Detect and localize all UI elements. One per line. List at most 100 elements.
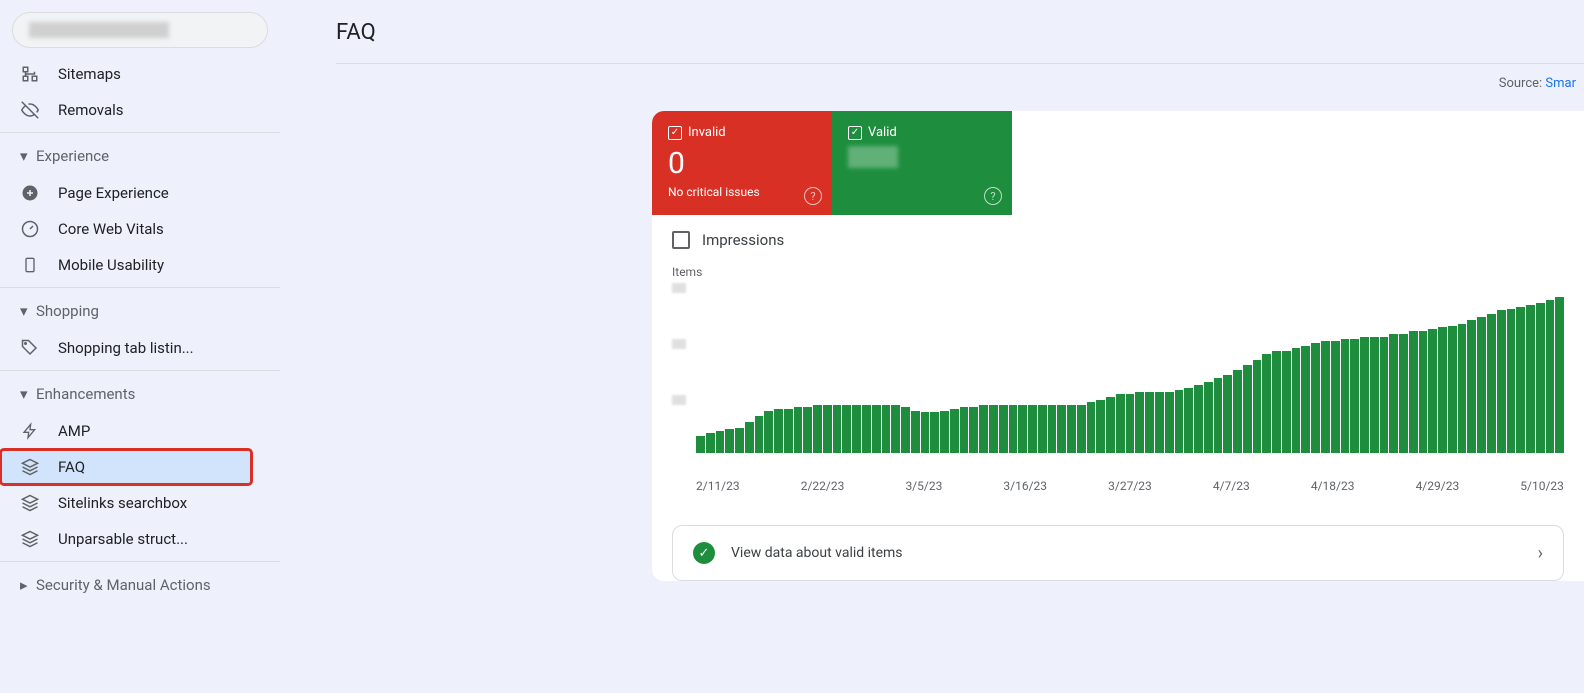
property-selector[interactable]	[12, 12, 268, 48]
help-icon[interactable]: ?	[984, 187, 1002, 205]
mobile-icon	[20, 255, 40, 275]
section-experience[interactable]: ▾ Experience	[0, 137, 280, 175]
section-label: Experience	[36, 147, 109, 165]
bar	[1350, 339, 1359, 453]
section-label: Shopping	[36, 302, 99, 320]
bolt-icon	[20, 421, 40, 441]
bar	[999, 405, 1008, 453]
eye-off-icon	[20, 100, 40, 120]
sidebar-item-sitemaps[interactable]: Sitemaps	[0, 56, 280, 92]
sidebar-item-shopping-tab[interactable]: Shopping tab listin...	[0, 330, 280, 366]
status-tabs: ✓ Invalid 0 No critical issues ? ✓ Valid…	[652, 111, 1584, 215]
section-shopping[interactable]: ▾ Shopping	[0, 292, 280, 330]
bar	[1204, 382, 1213, 453]
bar	[1311, 343, 1320, 454]
sidebar-item-label: Removals	[58, 101, 124, 119]
x-tick-label: 2/11/23	[696, 479, 740, 493]
divider	[0, 287, 280, 288]
action-text: View data about valid items	[731, 545, 1522, 561]
bar	[1438, 327, 1447, 453]
sidebar-item-mobile-usability[interactable]: Mobile Usability	[0, 247, 280, 283]
sidebar-item-core-web-vitals[interactable]: Core Web Vitals	[0, 211, 280, 247]
bar	[1243, 365, 1252, 453]
bar	[862, 405, 871, 453]
bar	[1223, 375, 1232, 453]
bar	[813, 405, 822, 453]
bar	[1331, 341, 1340, 453]
bar	[1165, 392, 1174, 453]
plus-circle-icon	[20, 183, 40, 203]
bar	[1555, 297, 1564, 453]
x-tick-label: 3/16/23	[1003, 479, 1047, 493]
sidebar-item-label: Mobile Usability	[58, 256, 164, 274]
bar	[1516, 307, 1525, 453]
bar	[1009, 405, 1018, 453]
bar	[1448, 326, 1457, 454]
bar	[794, 407, 803, 453]
bar	[784, 409, 793, 453]
chevron-down-icon: ▾	[20, 147, 32, 165]
section-enhancements[interactable]: ▾ Enhancements	[0, 375, 280, 413]
view-valid-items-button[interactable]: ✓ View data about valid items ›	[672, 525, 1564, 581]
section-security[interactable]: ▸ Security & Manual Actions	[0, 566, 280, 604]
sidebar-item-label: Shopping tab listin...	[58, 339, 194, 357]
bar	[1184, 388, 1193, 453]
status-tab-invalid[interactable]: ✓ Invalid 0 No critical issues ?	[652, 111, 832, 215]
section-label: Enhancements	[36, 385, 135, 403]
bar	[1135, 392, 1144, 453]
bar	[1253, 360, 1262, 454]
sidebar-item-label: Sitelinks searchbox	[58, 494, 187, 512]
bar	[891, 405, 900, 453]
bar	[901, 407, 910, 453]
help-icon[interactable]: ?	[804, 187, 822, 205]
status-value-redacted	[848, 146, 898, 168]
checkbox-checked-icon: ✓	[848, 126, 862, 140]
bar	[1126, 394, 1135, 454]
source-link[interactable]: Smar	[1545, 76, 1576, 91]
sidebar-item-sitelinks-searchbox[interactable]: Sitelinks searchbox	[0, 485, 280, 521]
bar	[1262, 354, 1271, 453]
chevron-down-icon: ▾	[20, 302, 32, 320]
bar	[1487, 314, 1496, 453]
bar	[1282, 351, 1291, 453]
divider	[0, 561, 280, 562]
bar	[1380, 337, 1389, 453]
sidebar-item-label: Sitemaps	[58, 65, 121, 83]
status-tab-valid[interactable]: ✓ Valid ?	[832, 111, 1012, 215]
bar	[979, 405, 988, 453]
sidebar-item-page-experience[interactable]: Page Experience	[0, 175, 280, 211]
x-tick-label: 5/10/23	[1520, 479, 1564, 493]
page-title: FAQ	[336, 0, 1584, 63]
sidebar-item-removals[interactable]: Removals	[0, 92, 280, 128]
sidebar-item-label: FAQ	[58, 458, 85, 476]
bar	[1018, 405, 1027, 453]
chevron-right-icon: ›	[1538, 543, 1543, 564]
check-circle-icon: ✓	[693, 542, 715, 564]
bar	[911, 411, 920, 454]
sidebar: Sitemaps Removals ▾ Experience Page Expe…	[0, 0, 280, 693]
bar	[852, 405, 861, 453]
sitemap-icon	[20, 64, 40, 84]
bar	[969, 407, 978, 453]
source-prefix: Source:	[1499, 76, 1546, 91]
bar	[1048, 405, 1057, 453]
section-label: Security & Manual Actions	[36, 576, 211, 594]
report-card: ✓ Invalid 0 No critical issues ? ✓ Valid…	[652, 111, 1584, 581]
bar	[833, 405, 842, 453]
bar	[1360, 337, 1369, 453]
checkbox-unchecked-icon[interactable]	[672, 231, 690, 249]
tag-icon	[20, 338, 40, 358]
bar	[1546, 300, 1555, 453]
sidebar-item-unparsable[interactable]: Unparsable struct...	[0, 521, 280, 557]
bar	[1301, 346, 1310, 453]
x-tick-label: 3/27/23	[1108, 479, 1152, 493]
bar	[882, 405, 891, 453]
sidebar-item-faq[interactable]: FAQ	[0, 449, 252, 485]
sidebar-item-amp[interactable]: AMP	[0, 413, 280, 449]
status-label-text: Invalid	[688, 125, 726, 140]
impressions-toggle[interactable]: Impressions	[652, 215, 1584, 257]
sidebar-item-label: AMP	[58, 422, 90, 440]
bar	[1087, 402, 1096, 453]
layers-icon	[20, 493, 40, 513]
bar	[1467, 320, 1476, 453]
